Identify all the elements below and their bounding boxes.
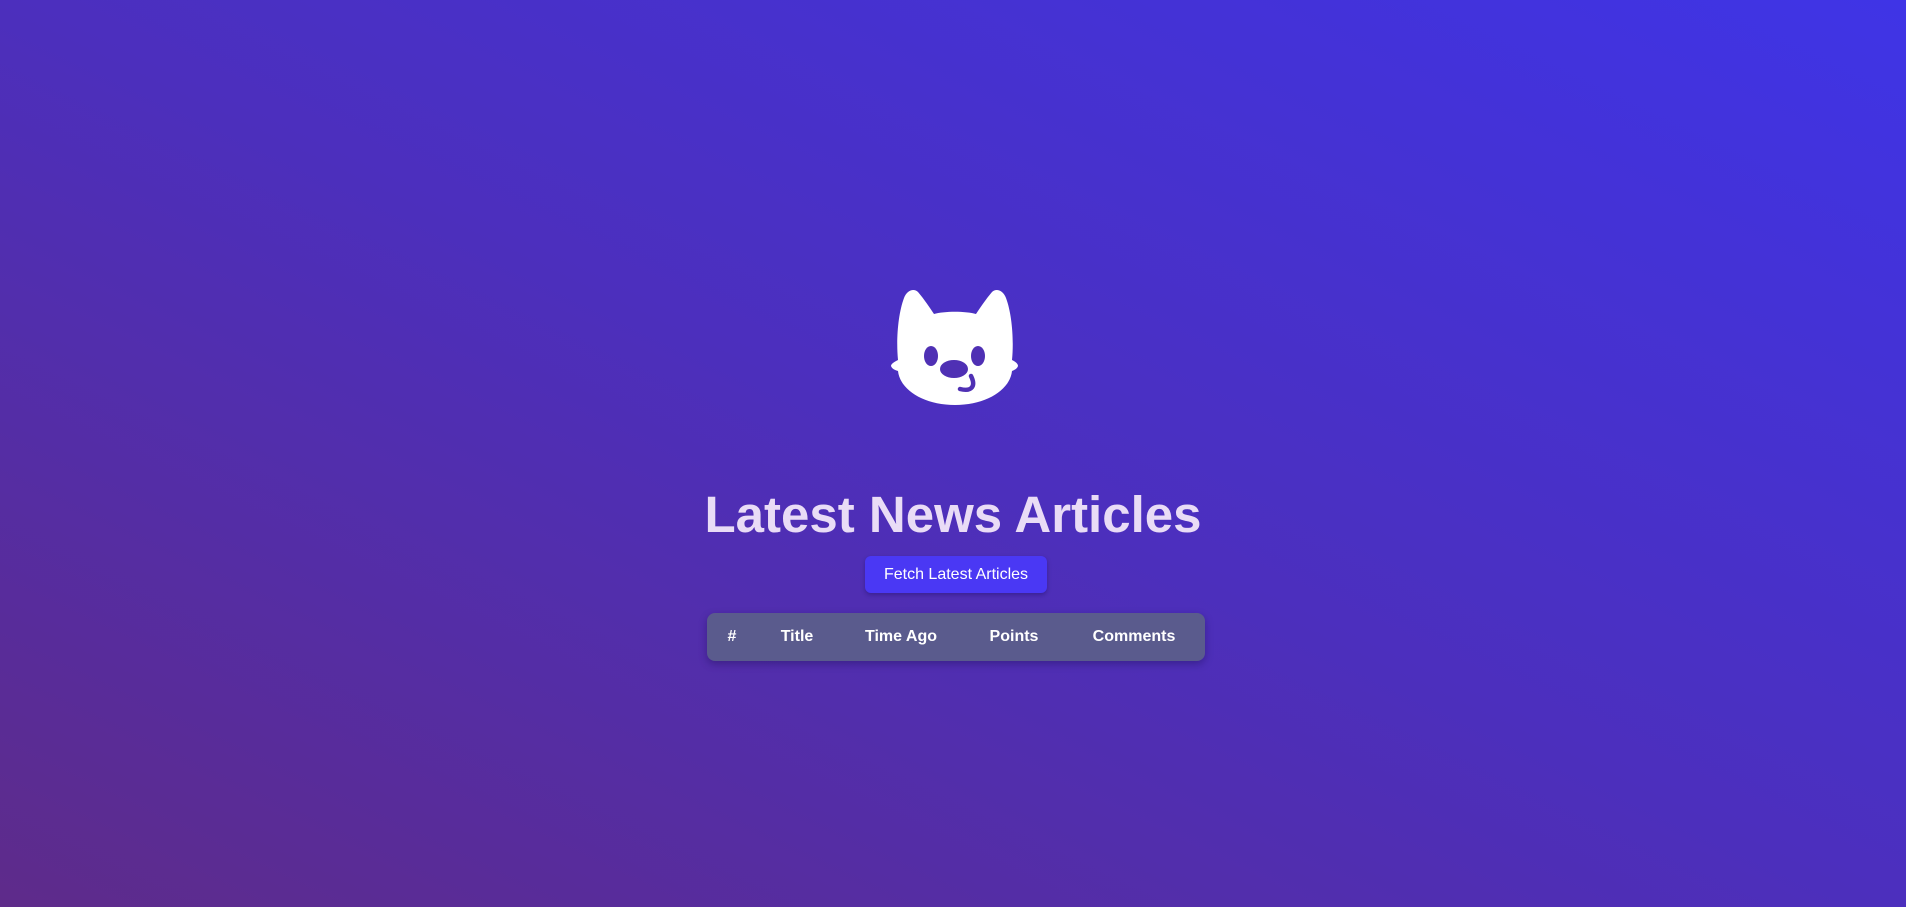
cat-face-icon [888,288,1022,408]
page: Latest News Articles Fetch Latest Articl… [0,0,1906,907]
table-header-row: # Title Time Ago Points Comments [707,613,1205,661]
column-header-title: Title [780,628,814,645]
column-header-comments: Comments [1092,628,1176,645]
fetch-latest-articles-button[interactable]: Fetch Latest Articles [865,556,1047,593]
column-header-points: Points [989,628,1039,645]
column-header-number: # [727,628,737,645]
articles-table: # Title Time Ago Points Comments [707,613,1205,661]
column-header-time-ago: Time Ago [864,628,938,645]
page-title: Latest News Articles [704,486,1202,543]
